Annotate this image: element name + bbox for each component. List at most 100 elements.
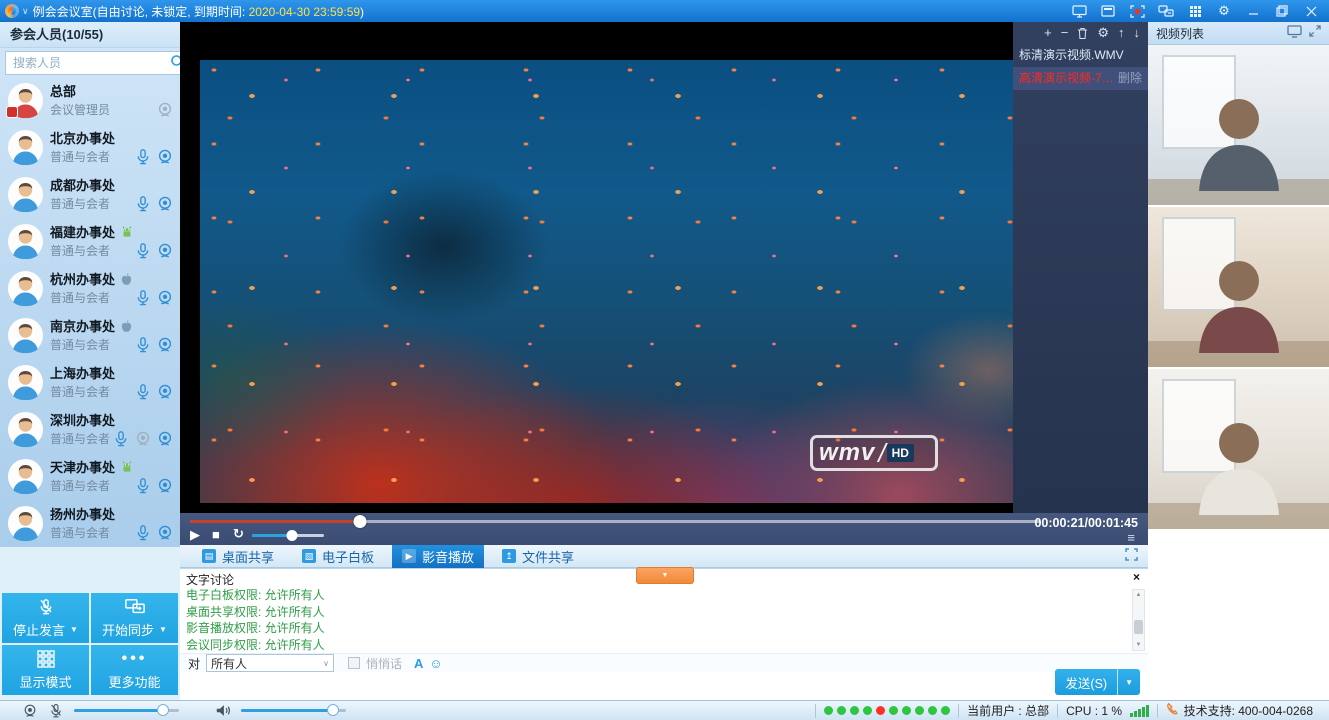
- chat-scrollbar[interactable]: ▲ ▼: [1132, 589, 1145, 651]
- record-icon[interactable]: [1129, 4, 1145, 18]
- mic-icon[interactable]: [134, 477, 152, 495]
- participant-name: 扬州办事处: [50, 504, 115, 523]
- webcam-icon[interactable]: [156, 336, 174, 354]
- fullscreen-expand-icon[interactable]: [1125, 548, 1138, 564]
- mic-muted-icon[interactable]: [48, 703, 64, 719]
- close-button[interactable]: [1303, 4, 1319, 18]
- minimize-button[interactable]: [1245, 4, 1261, 18]
- display-grid-icon[interactable]: [1187, 4, 1203, 18]
- participant-row[interactable]: 天津办事处 普通与会者: [0, 453, 180, 500]
- participant-row[interactable]: 南京办事处 普通与会者: [0, 312, 180, 359]
- app-logo-icon[interactable]: [5, 4, 19, 18]
- video-thumbnail[interactable]: [1148, 207, 1329, 369]
- webcam-icon[interactable]: [156, 477, 174, 495]
- display-mode-button[interactable]: 显示模式: [2, 645, 89, 695]
- seek-bar[interactable]: [190, 520, 1040, 523]
- playlist-toggle-icon[interactable]: ≡: [1127, 530, 1134, 545]
- stop-button[interactable]: ■: [212, 527, 220, 542]
- webcam-icon-inactive[interactable]: [134, 430, 152, 448]
- video-thumbnail[interactable]: [1148, 369, 1329, 531]
- playlist-item[interactable]: 高清演示视频-720P.wmv 删除: [1013, 67, 1148, 90]
- collapse-handle[interactable]: ▼: [636, 567, 694, 584]
- cpu-usage: CPU : 1 %: [1057, 704, 1157, 718]
- webcam-icon[interactable]: [156, 242, 174, 260]
- video-thumbnail[interactable]: [1148, 45, 1329, 207]
- scroll-up-icon[interactable]: ▲: [1133, 590, 1144, 600]
- chat-close-icon[interactable]: ×: [1133, 571, 1140, 583]
- participant-row[interactable]: 福建办事处 普通与会者: [0, 218, 180, 265]
- start-sync-button[interactable]: 开始同步▼: [91, 593, 178, 643]
- scroll-thumb[interactable]: [1134, 620, 1143, 634]
- scroll-down-icon[interactable]: ▼: [1133, 640, 1144, 650]
- mic-icon[interactable]: [134, 336, 152, 354]
- window-mode-icon[interactable]: [1100, 4, 1116, 18]
- speaker-volume-slider[interactable]: [241, 709, 346, 712]
- webcam-icon[interactable]: [156, 195, 174, 213]
- menu-chevron-icon[interactable]: ∨: [22, 6, 29, 17]
- webcam-icon[interactable]: [156, 148, 174, 166]
- mic-volume-slider[interactable]: [74, 709, 179, 712]
- share-tab[interactable]: ▧ 电子白板: [292, 545, 384, 568]
- replay-button[interactable]: ↻: [233, 526, 244, 542]
- dropdown-arrow-icon[interactable]: ▼: [70, 625, 78, 634]
- participant-row[interactable]: 总部 会议管理员: [0, 77, 180, 124]
- add-media-icon[interactable]: +: [1044, 26, 1052, 40]
- expand-icon[interactable]: [1309, 25, 1321, 41]
- share-tab[interactable]: ▶ 影音播放: [392, 545, 484, 568]
- mic-icon[interactable]: [134, 195, 152, 213]
- playlist-settings-icon[interactable]: ⚙: [1097, 26, 1109, 40]
- participant-row[interactable]: 上海办事处 普通与会者: [0, 359, 180, 406]
- move-down-icon[interactable]: ↓: [1134, 26, 1141, 40]
- participant-row[interactable]: 成都办事处 普通与会者: [0, 171, 180, 218]
- video-player[interactable]: wmv / HD: [180, 22, 1013, 513]
- restore-button[interactable]: [1274, 4, 1290, 18]
- delete-icon[interactable]: [1077, 27, 1088, 40]
- font-style-icon[interactable]: A: [414, 656, 423, 671]
- speaker-volume-knob[interactable]: [327, 704, 339, 716]
- seek-thumb[interactable]: [354, 515, 367, 528]
- share-tab[interactable]: ↥ 文件共享: [492, 545, 584, 568]
- emoji-icon[interactable]: ☺: [429, 656, 442, 671]
- webcam-icon-inactive[interactable]: [156, 101, 174, 119]
- screen-share-icon[interactable]: [1071, 4, 1087, 18]
- webcam-icon[interactable]: [156, 430, 174, 448]
- mic-icon[interactable]: [112, 430, 130, 448]
- participant-row[interactable]: 杭州办事处 普通与会者: [0, 265, 180, 312]
- webcam-icon[interactable]: [156, 524, 174, 542]
- more-functions-button[interactable]: ••• 更多功能: [91, 645, 178, 695]
- speaker-icon[interactable]: [215, 703, 231, 718]
- whisper-checkbox[interactable]: [348, 657, 360, 669]
- mic-icon[interactable]: [134, 242, 152, 260]
- mic-icon[interactable]: [134, 383, 152, 401]
- participant-row[interactable]: 北京办事处 普通与会者: [0, 124, 180, 171]
- player-volume-slider[interactable]: [252, 534, 324, 537]
- mic-icon[interactable]: [134, 289, 152, 307]
- webcam-icon[interactable]: [156, 383, 174, 401]
- participant-row[interactable]: 深圳办事处 普通与会者: [0, 406, 180, 453]
- settings-icon[interactable]: ⚙: [1216, 4, 1232, 18]
- network-share-icon[interactable]: [1158, 4, 1174, 18]
- webcam-status-icon[interactable]: [22, 703, 38, 719]
- move-up-icon[interactable]: ↑: [1118, 26, 1125, 40]
- playlist-items: 标清演示视频.WMV 高清演示视频-720P.wmv 删除: [1013, 44, 1148, 90]
- dropdown-arrow-icon[interactable]: ▼: [159, 625, 167, 634]
- mic-icon[interactable]: [134, 148, 152, 166]
- message-input-area[interactable]: [180, 672, 1148, 701]
- mic-icon[interactable]: [134, 524, 152, 542]
- webcam-icon[interactable]: [156, 289, 174, 307]
- volume-thumb[interactable]: [287, 530, 298, 541]
- playlist-item[interactable]: 标清演示视频.WMV: [1013, 44, 1148, 67]
- monitor-icon[interactable]: [1287, 25, 1302, 41]
- send-button[interactable]: 发送(S) ▼: [1055, 669, 1140, 695]
- remove-media-icon[interactable]: −: [1061, 26, 1069, 40]
- stop-speaking-button[interactable]: 停止发言▼: [2, 593, 89, 643]
- play-button[interactable]: ▶: [190, 527, 200, 543]
- search-input[interactable]: [11, 55, 170, 71]
- status-dot: [876, 706, 885, 715]
- recipient-select[interactable]: 所有人 ∨: [206, 654, 334, 672]
- delete-item-button[interactable]: 删除: [1118, 67, 1142, 90]
- send-options-arrow[interactable]: ▼: [1118, 678, 1140, 687]
- share-tab[interactable]: ▤ 桌面共享: [192, 545, 284, 568]
- participant-row[interactable]: 扬州办事处 普通与会者: [0, 500, 180, 547]
- mic-volume-knob[interactable]: [157, 704, 169, 716]
